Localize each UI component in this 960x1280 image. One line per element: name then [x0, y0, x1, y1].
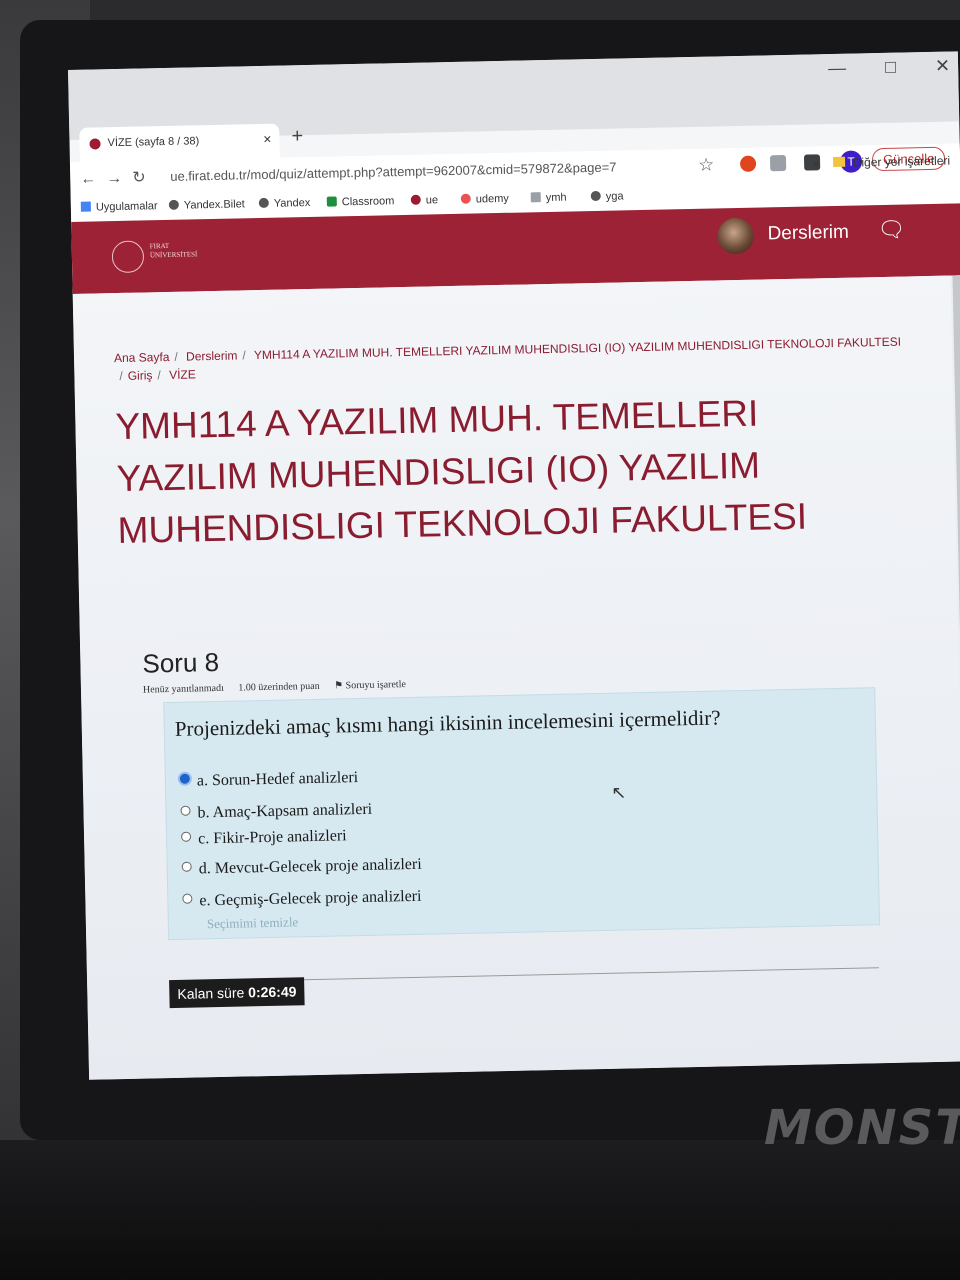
- extension-icon[interactable]: [769, 154, 787, 172]
- breadcrumb-course[interactable]: YMH114 A YAZILIM MUH. TEMELLERI YAZILIM …: [254, 335, 901, 363]
- bookmark-yga[interactable]: yga: [590, 190, 624, 203]
- radio-button[interactable]: [180, 831, 192, 842]
- answer-option-c[interactable]: c. Fikir-Proje analizleri: [180, 827, 347, 848]
- chat-icon[interactable]: 🗨: [877, 216, 905, 243]
- laptop-base: [0, 1140, 960, 1280]
- udemy-icon: [460, 193, 471, 204]
- folder-icon: [832, 156, 845, 168]
- other-bookmarks[interactable]: » Diğer yer işaretleri: [813, 154, 951, 171]
- laptop-brand: MONST: [763, 1100, 960, 1156]
- bookmark-star-icon[interactable]: ☆: [698, 154, 715, 175]
- browser-tab[interactable]: VİZE (sayfa 8 / 38) ×: [79, 123, 280, 162]
- bookmark-apps[interactable]: Uygulamalar: [80, 200, 158, 214]
- bookmark-classroom[interactable]: Classroom: [326, 195, 395, 208]
- document-icon: [530, 192, 541, 203]
- mouse-cursor-icon: ↖: [611, 782, 627, 803]
- bookmark-ymh[interactable]: ymh: [530, 192, 567, 205]
- question-box: Projenizdeki amaç kısmı hangi ikisinin i…: [163, 687, 881, 941]
- university-logo[interactable]: [111, 240, 145, 274]
- forward-icon[interactable]: →: [106, 170, 132, 188]
- reload-icon[interactable]: ↻: [132, 169, 156, 186]
- site-favicon-icon: [410, 194, 421, 205]
- breadcrumb: Ana Sayfa / Derslerim / YMH114 A YAZILIM M…: [113, 334, 902, 383]
- tab-close-icon[interactable]: ×: [263, 131, 272, 147]
- bookmark-udemy[interactable]: udemy: [460, 193, 509, 206]
- question-status: Henüz yanıtlanmadı: [142, 682, 224, 696]
- address-bar[interactable]: ue.firat.edu.tr/mod/quiz/attempt.php?att…: [170, 160, 617, 184]
- new-tab-button[interactable]: +: [291, 125, 303, 148]
- globe-icon: [590, 190, 601, 202]
- navigation-buttons: ←→↻: [80, 167, 156, 189]
- breadcrumb-section[interactable]: Giriş: [128, 368, 153, 383]
- breadcrumb-home[interactable]: Ana Sayfa: [114, 350, 170, 365]
- apps-grid-icon: [80, 201, 91, 212]
- answer-option-d[interactable]: d. Mevcut-Gelecek proje analizleri: [181, 856, 422, 879]
- answer-option-b[interactable]: b. Amaç-Kapsam analizleri: [180, 801, 372, 823]
- back-icon[interactable]: ←: [80, 170, 106, 188]
- breadcrumb-courses[interactable]: Derslerim: [186, 349, 238, 364]
- page-title: YMH114 A YAZILIM MUH. TEMELLERI YAZILIM …: [115, 392, 808, 552]
- question-points: 1.00 üzerinden puan: [238, 680, 320, 694]
- university-logo-text: FIRAT ÜNİVERSİTESİ: [149, 241, 198, 260]
- question-number: Soru 8: [142, 646, 220, 679]
- radio-button[interactable]: [180, 805, 191, 816]
- minimize-icon[interactable]: —: [828, 58, 846, 78]
- breadcrumb-quiz[interactable]: VİZE: [169, 367, 196, 382]
- radio-button[interactable]: [181, 861, 192, 872]
- question-text: Projenizdeki amaç kısmı hangi ikisinin i…: [174, 705, 721, 741]
- answer-option-a[interactable]: a. Sorun-Hedef analizleri: [179, 769, 359, 791]
- question-info: Henüz yanıtlanmadı 1.00 üzerinden puan ⚑…: [143, 679, 430, 696]
- opera-extension-icon[interactable]: [739, 155, 757, 172]
- flag-question-link[interactable]: ⚑ Soruyu işaretle: [334, 679, 418, 691]
- quiz-timer: Kalan süre 0:26:49: [169, 977, 305, 1009]
- laptop-screen: — □ ✕ VİZE (sayfa 8 / 38) × + ←→↻ ue.fir…: [68, 51, 960, 1080]
- globe-icon: [258, 197, 269, 209]
- radio-selected[interactable]: [179, 773, 190, 784]
- classroom-icon: [326, 196, 337, 207]
- timer-label: Kalan süre: [177, 984, 245, 1002]
- tab-title: VİZE (sayfa 8 / 38): [107, 135, 200, 150]
- window-controls: — □ ✕: [794, 56, 950, 80]
- bookmark-ue[interactable]: ue: [410, 194, 438, 207]
- bookmark-yandex-bilet[interactable]: Yandex.Bilet: [168, 198, 245, 212]
- close-window-icon[interactable]: ✕: [935, 56, 951, 76]
- answer-option-e[interactable]: e. Geçmiş-Gelecek proje analizleri: [182, 888, 422, 911]
- page-content: Ana Sayfa / Derslerim / YMH114 A YAZILIM M…: [72, 275, 960, 1080]
- my-courses-link[interactable]: Derslerim: [767, 222, 849, 246]
- site-favicon-icon: [89, 138, 101, 150]
- radio-button[interactable]: [182, 893, 193, 904]
- globe-icon: [168, 199, 179, 210]
- clear-choice-link[interactable]: Seçimimi temizle: [207, 914, 299, 932]
- timer-value: 0:26:49: [248, 983, 297, 1001]
- bookmark-yandex[interactable]: Yandex: [258, 197, 310, 210]
- maximize-icon[interactable]: □: [885, 57, 896, 77]
- user-avatar[interactable]: [717, 217, 754, 255]
